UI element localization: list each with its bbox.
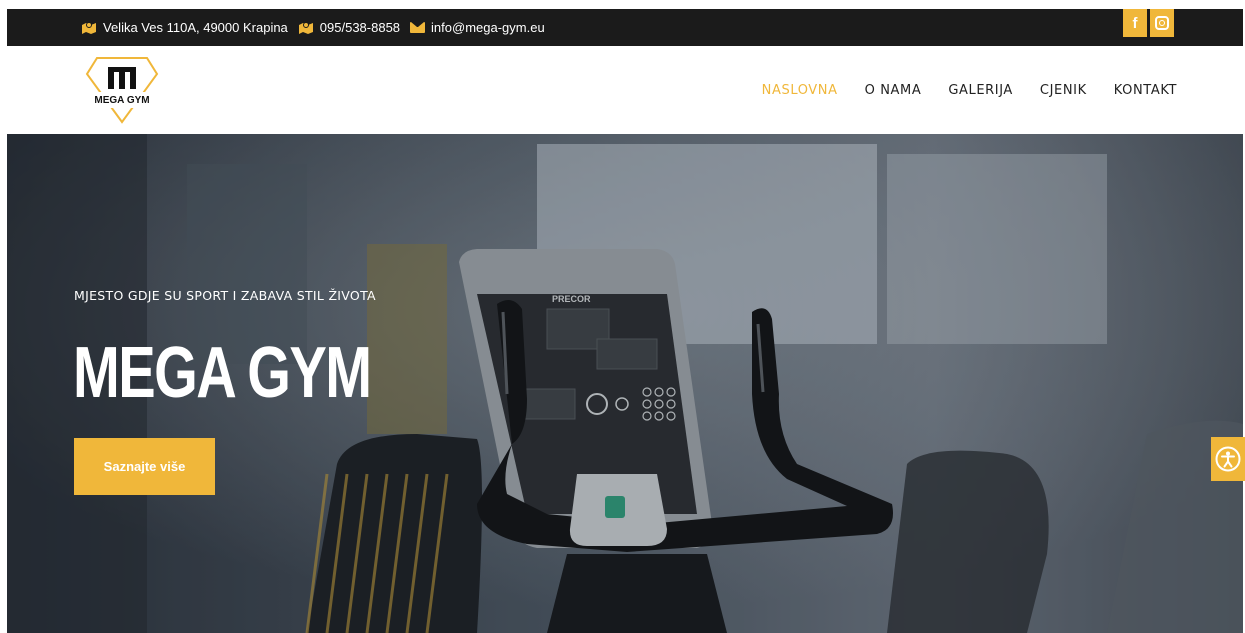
email-item: info@mega-gym.eu [410, 20, 545, 35]
address-text: Velika Ves 110A, 49000 Krapina [103, 20, 288, 35]
facebook-button[interactable]: f [1123, 9, 1147, 37]
learn-more-button[interactable]: Saznajte više [74, 438, 215, 495]
hero-tagline: MJESTO GDJE SU SPORT I ZABAVA STIL ŽIVOT… [74, 288, 376, 303]
nav-item-cjenik[interactable]: CJENIK [1040, 83, 1087, 98]
logo-text: MEGA GYM [94, 95, 149, 106]
accessibility-icon [1215, 446, 1241, 472]
address-item: Velika Ves 110A, 49000 Krapina [81, 20, 288, 35]
nav-item-naslovna[interactable]: NASLOVNA [762, 83, 838, 98]
email-text[interactable]: info@mega-gym.eu [431, 20, 545, 35]
logo[interactable]: MEGA GYM [83, 52, 161, 126]
envelope-icon [410, 22, 426, 33]
instagram-icon [1155, 16, 1169, 30]
accessibility-button[interactable] [1211, 437, 1245, 481]
nav-item-kontakt[interactable]: KONTAKT [1114, 83, 1177, 98]
main-nav: NASLOVNA O NAMA GALERIJA CJENIK KONTAKT [762, 46, 1177, 134]
hero-title: MEGA GYM [73, 333, 372, 413]
instagram-button[interactable] [1150, 9, 1174, 37]
page: Velika Ves 110A, 49000 Krapina 095/538-8… [0, 0, 1245, 633]
top-bar: Velika Ves 110A, 49000 Krapina 095/538-8… [7, 9, 1243, 46]
nav-item-o-nama[interactable]: O NAMA [865, 83, 922, 98]
map-icon [82, 22, 96, 34]
nav-item-galerija[interactable]: GALERIJA [948, 83, 1013, 98]
hero-section: PRECOR MJESTO GDJE SU SPORT I ZABAVA STI… [7, 134, 1243, 633]
phone-item: 095/538-8858 [298, 20, 400, 35]
phone-text[interactable]: 095/538-8858 [320, 20, 400, 35]
facebook-icon: f [1132, 14, 1138, 32]
map-icon [298, 22, 313, 34]
site-header: MEGA GYM NASLOVNA O NAMA GALERIJA CJENIK… [7, 46, 1243, 134]
logo-graphic: MEGA GYM [85, 57, 159, 124]
contact-info: Velika Ves 110A, 49000 Krapina 095/538-8… [81, 9, 551, 46]
